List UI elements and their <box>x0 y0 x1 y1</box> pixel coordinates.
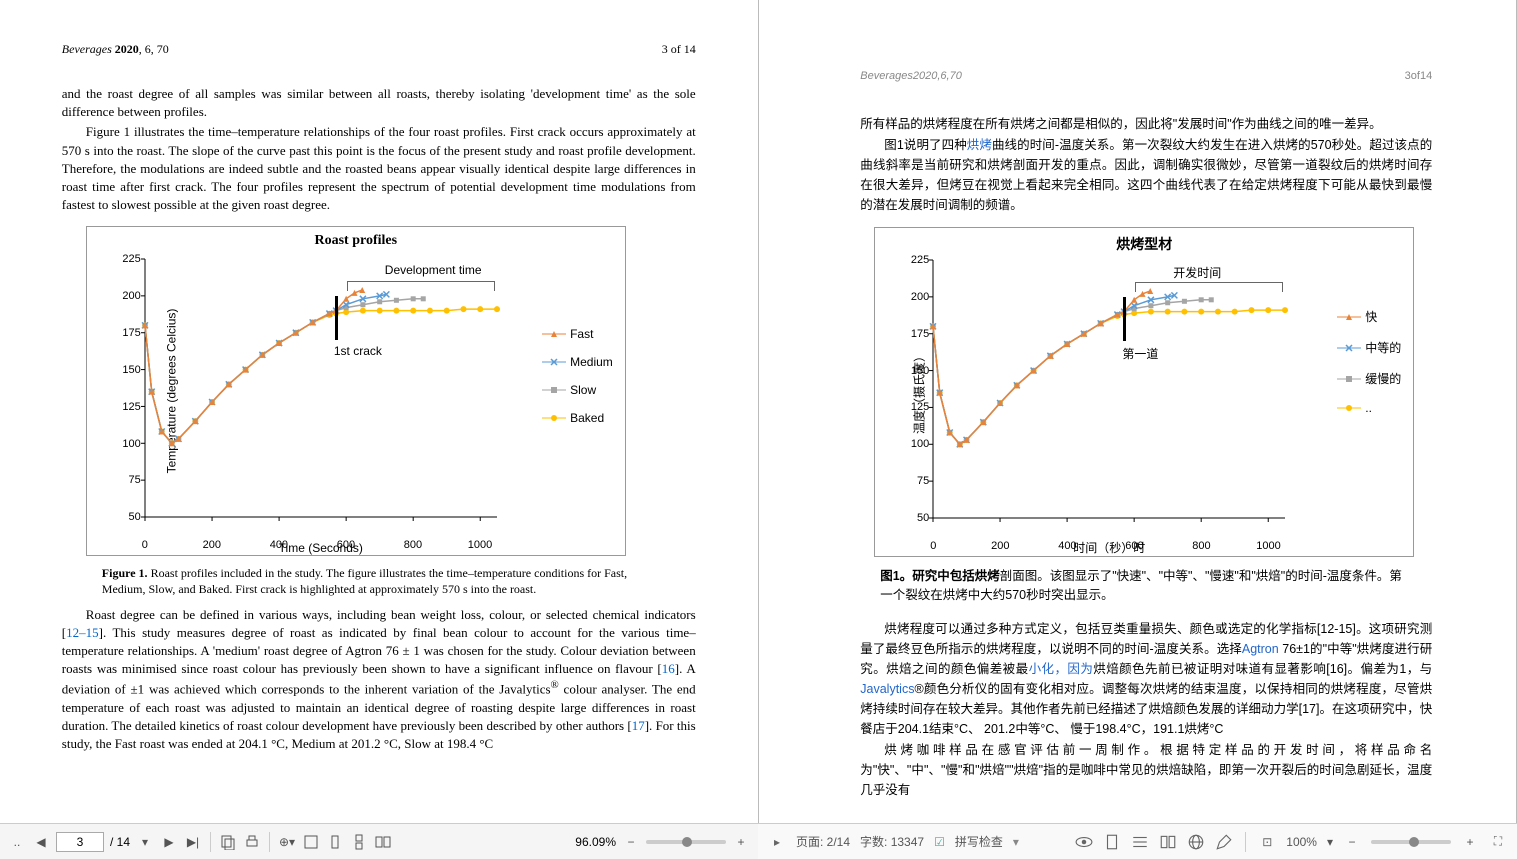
right-doc-pane: Beverages2020,6,70 3of14 所有样品的烘烤程度在所有烘烤之… <box>759 0 1517 823</box>
page-view-icon[interactable] <box>1103 833 1121 851</box>
paragraph-2: Figure 1 illustrates the time–temperatur… <box>62 123 696 214</box>
next-page-button[interactable]: ▶ <box>160 833 178 851</box>
fit-page-icon[interactable] <box>302 833 320 851</box>
zoom-level-label: 96.09% <box>575 835 616 849</box>
doc-toolbar: ▸ 页面: 2/14 字数: 13347 ☑拼写检查▾ ⊡ 100%▾ − + … <box>758 823 1517 859</box>
zoom-in-button-r[interactable]: + <box>1461 833 1479 851</box>
legend-item: .. <box>1337 401 1401 415</box>
legend-item: Baked <box>542 411 613 425</box>
link-minimize[interactable]: 小化，因为 <box>1029 662 1094 676</box>
sidebar-toggle-icon[interactable]: .. <box>8 833 26 851</box>
development-brace <box>1135 282 1283 292</box>
two-page-icon[interactable] <box>374 833 392 851</box>
last-page-button[interactable]: ▶| <box>184 833 202 851</box>
page-total-label: / 14 <box>110 835 130 849</box>
legend-item: 中等的 <box>1337 339 1401 356</box>
link-roast[interactable]: 烘烤 <box>967 138 992 152</box>
page-header: Beverages 2020, 6, 70 3 of 14 <box>62 42 696 57</box>
chart-title: 烘烤型材 <box>875 228 1413 254</box>
left-pdf-pane: Beverages 2020, 6, 70 3 of 14 and the ro… <box>0 0 759 823</box>
copy-icon[interactable] <box>219 833 237 851</box>
roast-profiles-chart-cn: 烘烤型材5075100125150175200225温度（摄氏度）0200400… <box>874 227 1414 557</box>
page-info-label: 页面: 2/14 <box>796 833 850 850</box>
web-view-icon[interactable] <box>1187 833 1205 851</box>
page-number: 3 of 14 <box>662 42 696 57</box>
zoom-in-button[interactable]: + <box>732 833 750 851</box>
print-icon[interactable] <box>243 833 261 851</box>
page-number-cn: 3of14 <box>1405 70 1433 82</box>
journal-year: 2020 <box>115 42 139 56</box>
legend-item: Slow <box>542 383 613 397</box>
cn-paragraph-1: 所有样品的烘烤程度在所有烘烤之间都是相似的，因此将"发展时间"作为曲线之间的唯一… <box>860 114 1432 134</box>
cn-paragraph-3: 烘烤程度可以通过多种方式定义，包括豆类重量损失、颜色或选定的化学指标[12-15… <box>860 619 1432 739</box>
outline-view-icon[interactable] <box>1131 833 1149 851</box>
page-number-input[interactable] <box>56 832 104 852</box>
single-page-icon[interactable] <box>326 833 344 851</box>
legend-item: Fast <box>542 327 613 341</box>
page-dropdown-button[interactable]: ▾ <box>136 833 154 851</box>
figure-1-cn: 烘烤型材5075100125150175200225温度（摄氏度）0200400… <box>884 227 1408 557</box>
zoom-level-label-r: 100% <box>1286 835 1317 849</box>
fullscreen-icon[interactable]: ⛶ <box>1489 833 1507 851</box>
link-agtron[interactable]: Agtron <box>1242 642 1279 656</box>
figure-1: Roast profiles5075100125150175200225Temp… <box>86 226 672 556</box>
prev-page-button[interactable]: ◀ <box>32 833 50 851</box>
doc-page: Beverages2020,6,70 3of14 所有样品的烘烤程度在所有烘烤之… <box>762 0 1512 823</box>
development-time-label: 开发时间 <box>1173 264 1221 281</box>
legend-item: 快 <box>1337 308 1401 325</box>
zoom-slider-r[interactable] <box>1371 840 1451 844</box>
reading-view-icon[interactable] <box>1159 833 1177 851</box>
chart-title: Roast profiles <box>87 227 625 249</box>
zoom-slider[interactable] <box>646 840 726 844</box>
menu-icon[interactable]: ▸ <box>768 833 786 851</box>
link-javalytics[interactable]: Javalytics <box>860 682 914 696</box>
first-crack-marker <box>1123 297 1126 341</box>
edit-icon[interactable] <box>1215 833 1233 851</box>
y-axis-label: 温度（摄氏度） <box>911 350 928 434</box>
first-crack-label: 1st crack <box>334 344 382 358</box>
pdf-page: Beverages 2020, 6, 70 3 of 14 and the ro… <box>4 0 754 823</box>
legend-item: Medium <box>542 355 613 369</box>
eye-icon[interactable] <box>1075 833 1093 851</box>
journal-name: Beverages <box>62 42 112 56</box>
paragraph-1: and the roast degree of all samples was … <box>62 85 696 121</box>
chart-legend: 快中等的缓慢的.. <box>1337 308 1401 429</box>
development-brace <box>347 281 495 291</box>
zoom-out-button-r[interactable]: − <box>1343 833 1361 851</box>
continuous-page-icon[interactable] <box>350 833 368 851</box>
x-axis-label: Time (Seconds) <box>145 541 497 555</box>
spellcheck-label[interactable]: 拼写检查 <box>955 833 1003 850</box>
citation-link[interactable]: 17 <box>632 718 645 733</box>
first-crack-label: 第一道 <box>1122 345 1158 362</box>
zoom-fit-icon[interactable]: ⊡ <box>1258 833 1276 851</box>
pdf-toolbar: .. ◀ / 14 ▾ ▶ ▶| ⊕▾ 96.09% − + <box>0 823 758 859</box>
first-crack-marker <box>335 296 338 340</box>
word-count-label: 字数: 13347 <box>860 833 924 850</box>
zoom-out-button[interactable]: − <box>622 833 640 851</box>
figure-1-caption-cn: 图1。研究中包括烘烤剖面图。该图显示了"快速"、"中等"、"慢速"和"烘焙"的时… <box>880 567 1412 605</box>
cn-paragraph-2: 图1说明了四种烘烤曲线的时间-温度关系。第一次裂纹大约发生在进入烘烤的570秒处… <box>860 135 1432 215</box>
journal-vol: , 6, 70 <box>139 42 169 56</box>
paragraph-3: Roast degree can be defined in various w… <box>62 606 696 754</box>
page-header-cn: Beverages2020,6,70 3of14 <box>860 70 1432 82</box>
chart-legend: Fast Medium Slow Baked <box>542 327 613 439</box>
cn-paragraph-4: 烘烤咖啡样品在感官评估前一周制作。根据特定样品的开发时间，将样品命名为"快"、"… <box>860 740 1432 800</box>
citation-link[interactable]: 12–15 <box>66 625 99 640</box>
spellcheck-icon: ☑ <box>934 835 945 849</box>
roast-profiles-chart: Roast profiles5075100125150175200225Temp… <box>86 226 626 556</box>
figure-1-caption: Figure 1. Roast profiles included in the… <box>102 566 656 597</box>
zoom-dropdown-icon[interactable]: ⊕▾ <box>278 833 296 851</box>
journal-name-cn: Beverages2020,6,70 <box>860 70 962 82</box>
development-time-label: Development time <box>385 263 482 277</box>
legend-item: 缓慢的 <box>1337 370 1401 387</box>
citation-link[interactable]: 16 <box>662 661 675 676</box>
x-axis-label: 时间（秒）时 <box>933 539 1285 556</box>
